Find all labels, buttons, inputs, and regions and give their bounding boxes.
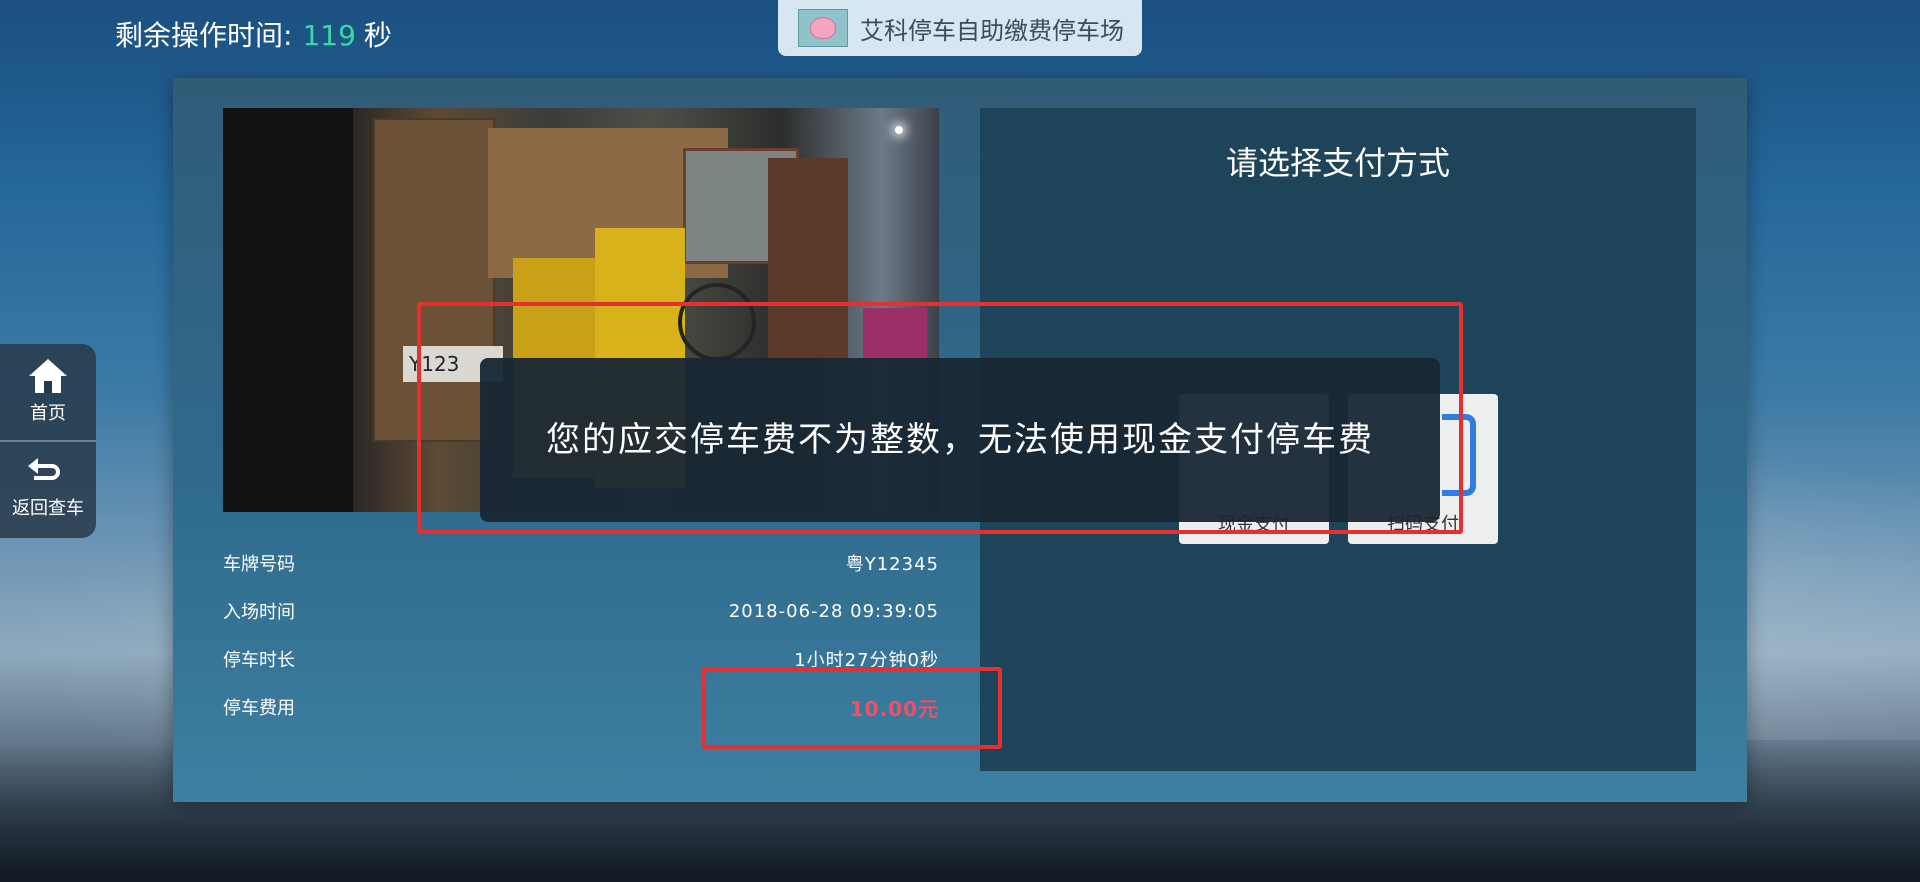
back-to-search-button[interactable]: 返回查车 bbox=[0, 442, 96, 538]
info-label: 停车时长 bbox=[223, 650, 295, 671]
info-row-fee: 停车费用 10.00元 bbox=[223, 695, 939, 721]
countdown-seconds: 119 bbox=[302, 19, 356, 52]
plate-number: 粤Y12345 bbox=[845, 554, 939, 575]
info-row-plate: 车牌号码 粤Y12345 bbox=[223, 551, 939, 575]
countdown-unit: 秒 bbox=[363, 19, 392, 52]
info-label: 停车费用 bbox=[223, 698, 295, 719]
home-button[interactable]: 首页 bbox=[0, 344, 96, 440]
parking-fee: 10.00元 bbox=[849, 696, 939, 721]
countdown-label: 剩余操作时间: bbox=[115, 19, 293, 52]
payment-title: 请选择支付方式 bbox=[1225, 144, 1450, 182]
toast-message: 您的应交停车费不为整数，无法使用现金支付停车费 bbox=[546, 420, 1374, 460]
side-nav: 首页 返回查车 bbox=[0, 344, 96, 538]
home-icon bbox=[29, 359, 67, 393]
info-label: 入场时间 bbox=[223, 602, 295, 623]
entry-time: 2018-06-28 09:39:05 bbox=[728, 600, 939, 622]
info-label: 车牌号码 bbox=[223, 554, 295, 575]
back-label: 返回查车 bbox=[12, 498, 84, 519]
parking-duration: 1小时27分钟0秒 bbox=[794, 650, 939, 671]
qr-scan-icon bbox=[1442, 414, 1476, 496]
info-row-entry-time: 入场时间 2018-06-28 09:39:05 bbox=[223, 599, 939, 624]
info-row-duration: 停车时长 1小时27分钟0秒 bbox=[223, 647, 939, 671]
parking-lot-title-tab: 艾科停车自助缴费停车场 bbox=[778, 0, 1142, 56]
lot-logo-icon bbox=[798, 9, 848, 47]
lot-name: 艾科停车自助缴费停车场 bbox=[860, 16, 1124, 45]
home-label: 首页 bbox=[30, 403, 66, 424]
return-arrow-icon bbox=[28, 458, 68, 488]
error-toast: 您的应交停车费不为整数，无法使用现金支付停车费 bbox=[480, 358, 1440, 522]
countdown-timer: 剩余操作时间: 119 秒 bbox=[115, 16, 392, 56]
